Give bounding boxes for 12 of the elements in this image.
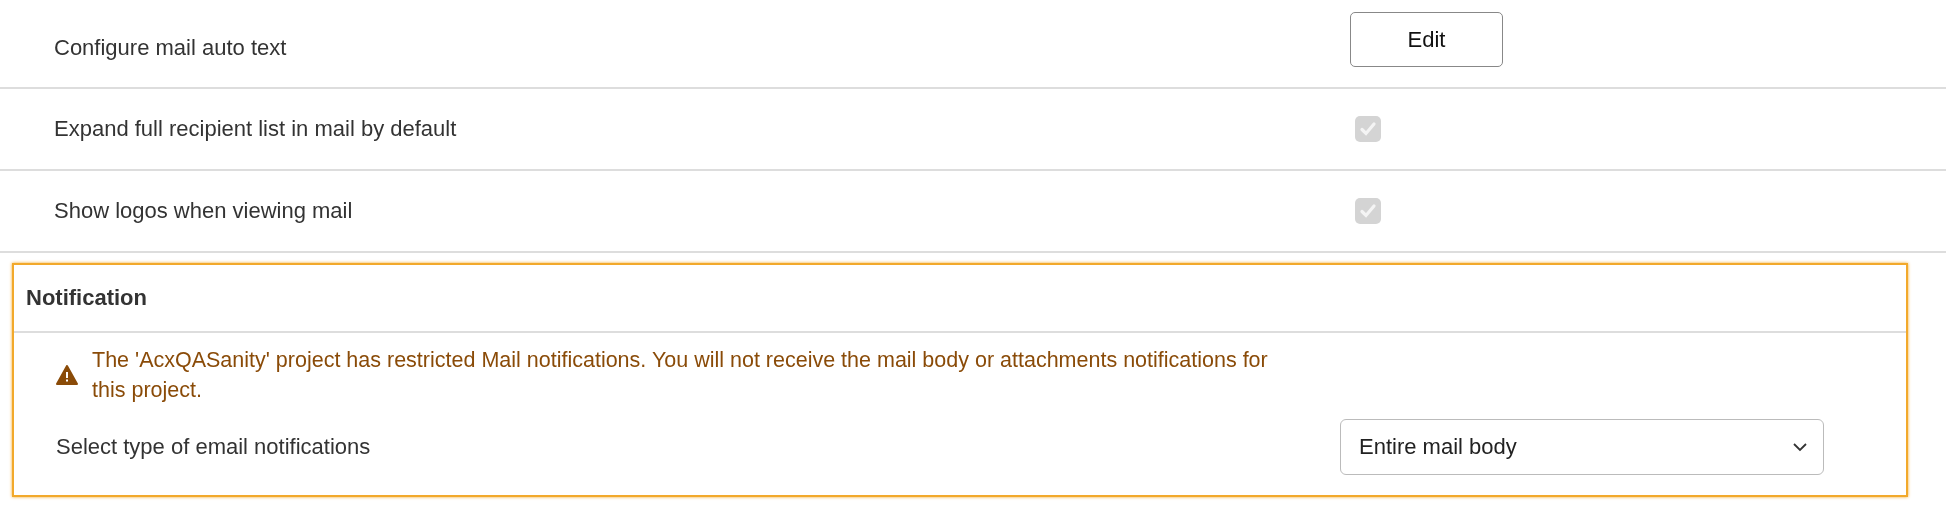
checkmark-icon	[1359, 202, 1377, 220]
checkmark-icon	[1359, 120, 1377, 138]
select-label: Select type of email notifications	[56, 434, 372, 460]
chevron-down-icon	[1793, 442, 1807, 452]
edit-button[interactable]: Edit	[1350, 12, 1503, 67]
warning-message: The 'AcxQASanity' project has restricted Mail notifications. You will not receive the mail body or attachments notifications for this project.	[92, 347, 1269, 404]
section-title: Notification	[26, 285, 147, 311]
setting-label: Show logos when viewing mail	[54, 198, 354, 224]
setting-label: Configure mail auto text	[54, 34, 288, 61]
warning-icon	[56, 365, 78, 385]
setting-label: Expand full recipient list in mail by default	[54, 116, 458, 142]
notification-type-select[interactable]: Entire mail body	[1340, 419, 1824, 475]
